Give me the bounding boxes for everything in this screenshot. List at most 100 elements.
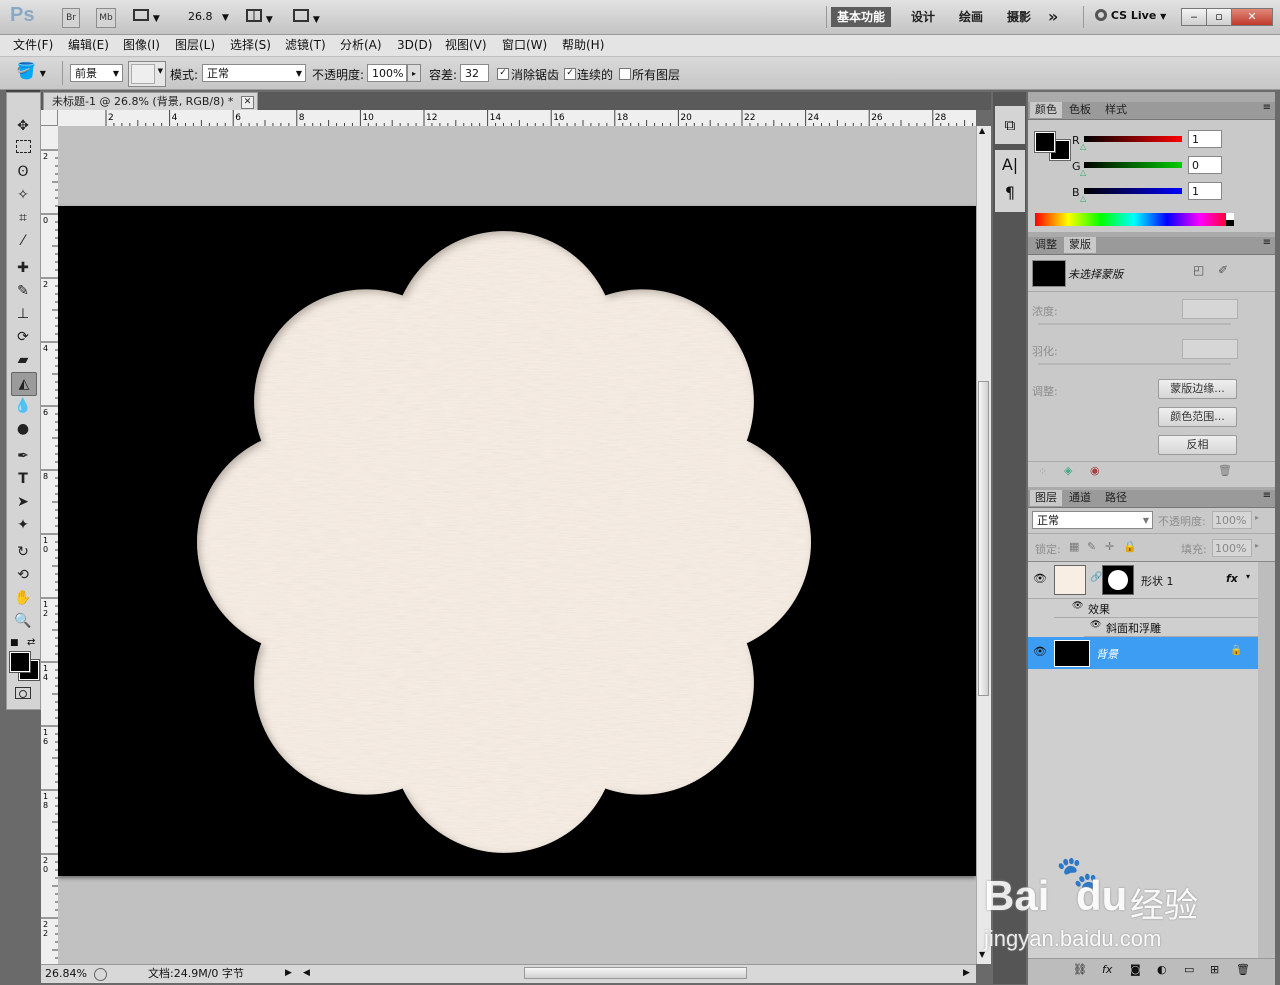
invert-button[interactable]: 反相 (1158, 435, 1237, 455)
effects-visibility-eye-icon[interactable]: 👁 (1072, 601, 1083, 611)
mini-bridge-button[interactable]: Mb (96, 8, 116, 28)
menu-help[interactable]: 帮助(H) (561, 37, 605, 54)
layer-effects-fx-icon[interactable]: fx (1226, 572, 1238, 585)
quick-selection-tool-icon[interactable]: ✧ (11, 184, 35, 206)
add-pixel-mask-icon[interactable]: ◰ (1193, 263, 1204, 277)
lock-all-icon[interactable]: 🔒 (1123, 540, 1137, 553)
move-tool-icon[interactable]: ✥ (11, 115, 35, 137)
tab-swatches[interactable]: 色板 (1064, 102, 1096, 118)
workspace-design[interactable]: 设计 (905, 7, 941, 27)
tab-adjustments[interactable]: 调整 (1030, 237, 1062, 253)
expand-effects-icon[interactable]: ▾ (1246, 572, 1250, 581)
fill-input[interactable]: 100% (1212, 539, 1252, 557)
zoom-tool-icon[interactable]: 🔍 (11, 610, 35, 632)
add-vector-mask-icon[interactable]: ✐ (1218, 263, 1228, 277)
layer-blend-mode-select[interactable]: 正常 ▼ (1032, 511, 1153, 529)
history-brush-tool-icon[interactable]: ⟳ (11, 326, 35, 348)
delete-mask-icon[interactable]: 🗑 (1218, 464, 1232, 477)
scroll-left-icon[interactable]: ◀ (303, 965, 310, 982)
3d-orbit-tool-icon[interactable]: ⟲ (11, 564, 35, 586)
more-workspaces-button[interactable]: » (1042, 7, 1064, 27)
tab-styles[interactable]: 样式 (1100, 102, 1132, 118)
arrange-documents-dropdown[interactable]: ▼ (246, 9, 273, 25)
workspace-photography[interactable]: 摄影 (1001, 7, 1037, 27)
layers-scrollbar[interactable] (1258, 562, 1275, 958)
add-mask-icon[interactable]: ◙ (1130, 963, 1141, 976)
blend-mode-select[interactable]: 正常 ▼ (202, 64, 306, 82)
layer-visibility-eye-icon[interactable]: 👁 (1033, 645, 1047, 658)
menu-select[interactable]: 选择(S) (229, 37, 272, 54)
hand-tool-icon[interactable]: ✋ (11, 587, 35, 609)
brush-tool-icon[interactable]: ✎ (11, 280, 35, 302)
load-selection-icon[interactable]: ⁘ (1038, 465, 1047, 478)
cs-live-button[interactable]: CS Live ▼ (1095, 9, 1166, 22)
swap-colors-icon[interactable]: ⇄ (27, 637, 35, 648)
zoom-level-dropdown[interactable]: 26.8 ▼ (188, 10, 229, 23)
fill-source-select[interactable]: 前景 ▼ (70, 64, 123, 82)
slider-handle-icon[interactable]: △ (1080, 142, 1086, 151)
menu-window[interactable]: 窗口(W) (501, 37, 548, 54)
bridge-button[interactable]: Br (62, 8, 80, 28)
color-range-button[interactable]: 颜色范围... (1158, 407, 1237, 427)
menu-edit[interactable]: 编辑(E) (67, 37, 110, 54)
vertical-scrollbar[interactable]: ▲ ▼ (976, 126, 991, 964)
antialias-checkbox[interactable]: ✓ (497, 68, 509, 80)
color-spectrum-bar[interactable] (1035, 213, 1233, 226)
tab-channels[interactable]: 通道 (1064, 490, 1096, 506)
slider-handle-icon[interactable]: △ (1080, 194, 1086, 203)
clone-stamp-tool-icon[interactable]: ⊥ (11, 303, 35, 325)
blur-tool-icon[interactable]: 💧 (11, 395, 35, 417)
lock-transparent-icon[interactable]: ▦ (1069, 540, 1079, 553)
green-value-input[interactable]: 0 (1188, 156, 1222, 174)
tab-color[interactable]: 颜色 (1030, 102, 1062, 118)
panel-menu-icon[interactable]: ≡ (1263, 102, 1271, 113)
path-selection-tool-icon[interactable]: ➤ (11, 491, 35, 513)
healing-brush-tool-icon[interactable]: ✚ (11, 257, 35, 279)
tab-paths[interactable]: 路径 (1100, 490, 1132, 506)
opacity-slider-toggle[interactable]: ▸ (407, 64, 421, 82)
red-value-input[interactable]: 1 (1188, 130, 1222, 148)
eyedropper-tool-icon[interactable]: ⁄ (11, 230, 35, 252)
green-slider[interactable] (1084, 162, 1182, 168)
close-tab-icon[interactable]: ✕ (241, 96, 254, 109)
link-layers-icon[interactable]: ⛓ (1073, 963, 1087, 976)
default-colors-icon[interactable]: ■ (10, 638, 19, 648)
contiguous-checkbox[interactable]: ✓ (564, 68, 576, 80)
quick-mask-icon[interactable] (15, 687, 31, 699)
fill-slider-arrow-icon[interactable]: ▸ (1255, 541, 1259, 550)
3d-rotate-tool-icon[interactable]: ↻ (11, 541, 35, 563)
menu-filter[interactable]: 滤镜(T) (284, 37, 327, 54)
foreground-color-swatch[interactable] (9, 651, 31, 673)
menu-file[interactable]: 文件(F) (12, 37, 54, 54)
layer-row-background[interactable]: 👁 背景 🔒 (1028, 637, 1258, 669)
tab-layers[interactable]: 图层 (1030, 490, 1062, 506)
opacity-slider-arrow-icon[interactable]: ▸ (1255, 513, 1259, 522)
apply-mask-icon[interactable]: ◈ (1064, 464, 1072, 477)
ruler-origin[interactable] (41, 110, 58, 126)
dodge-tool-icon[interactable]: ● (11, 418, 35, 440)
canvas-area[interactable] (58, 126, 976, 964)
vertical-scroll-thumb[interactable] (978, 381, 989, 696)
red-slider[interactable] (1084, 136, 1182, 142)
shape-tool-icon[interactable]: ✦ (11, 514, 35, 536)
disable-mask-icon[interactable]: ◉ (1090, 464, 1100, 477)
tolerance-input[interactable]: 32 (460, 64, 489, 82)
layer-name[interactable]: 形状 1 (1141, 573, 1174, 589)
menu-layer[interactable]: 图层(L) (174, 37, 216, 54)
horizontal-scroll-thumb[interactable] (524, 967, 747, 979)
layer-row-shape-1[interactable]: 👁 🔗 形状 1 fx ▾ (1028, 562, 1258, 599)
lock-position-icon[interactable]: ✛ (1105, 540, 1114, 553)
menu-analysis[interactable]: 分析(A) (339, 37, 383, 54)
black-swatch[interactable] (1226, 220, 1234, 226)
menu-3d[interactable]: 3D(D) (396, 37, 433, 54)
document-tab[interactable]: 未标题-1 @ 26.8% (背景, RGB/8) * ✕ (43, 92, 258, 110)
workspace-essentials[interactable]: 基本功能 (831, 7, 892, 27)
vector-mask-thumbnail[interactable] (1102, 565, 1134, 595)
workspace-painting[interactable]: 绘画 (953, 7, 989, 27)
scroll-right-icon[interactable]: ▶ (963, 965, 970, 982)
bevel-visibility-eye-icon[interactable]: 👁 (1090, 620, 1101, 630)
effects-row[interactable]: 👁 效果 (1054, 599, 1258, 618)
minimize-button[interactable]: ‒ (1181, 8, 1207, 26)
status-menu-arrow-icon[interactable]: ▶ (285, 965, 292, 982)
add-layer-style-icon[interactable]: fx (1102, 963, 1112, 976)
